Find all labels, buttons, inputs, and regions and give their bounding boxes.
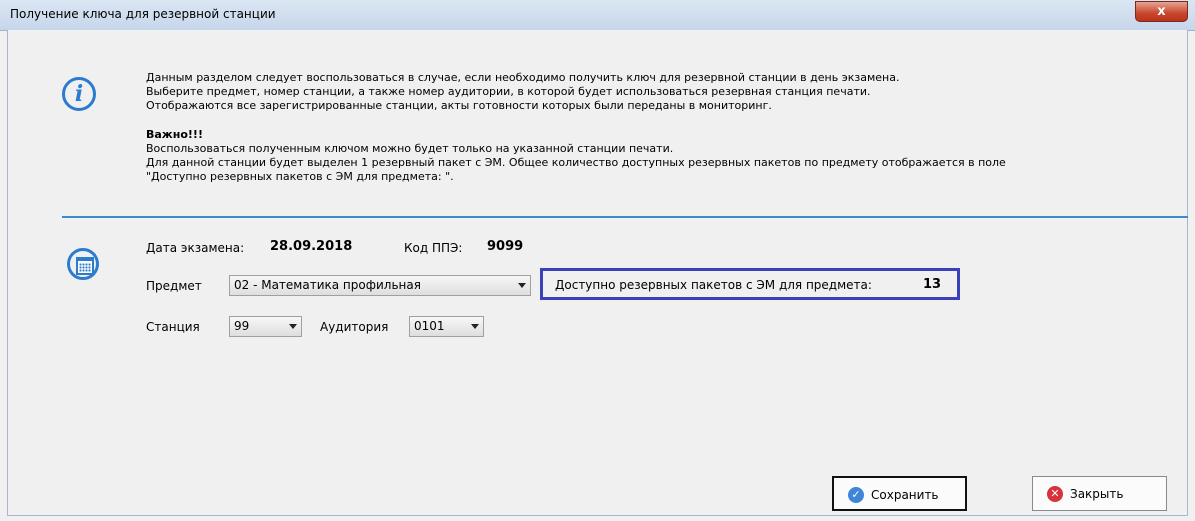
available-packages-box: Доступно резервных пакетов с ЭМ для пред… [540,268,960,300]
station-label: Станция [146,320,200,334]
window-close-button[interactable]: x [1135,1,1188,22]
chevron-down-icon [518,283,526,288]
exam-date-label: Дата экзамена: [146,241,245,255]
info-line: Выберите предмет, номер станции, а также… [146,85,871,98]
section-divider [62,216,1188,218]
subject-selected-value: 02 - Математика профильная [234,278,421,292]
available-packages-label: Доступно резервных пакетов с ЭМ для пред… [555,278,872,292]
station-selected-value: 99 [234,319,250,333]
ppe-code-value: 9099 [487,239,524,254]
save-button[interactable]: ✓ Сохранить [832,476,967,511]
close-icon: ✕ [1047,486,1063,502]
important-line: "Доступно резервных пакетов с ЭМ для пре… [146,170,454,183]
important-line: Для данной станции будет выделен 1 резер… [146,156,1006,169]
window-title: Получение ключа для резервной станции [10,7,276,21]
auditorium-select[interactable]: 0101 [409,316,484,337]
subject-label: Предмет [146,279,202,293]
subject-select[interactable]: 02 - Математика профильная [229,275,531,296]
important-title: Важно!!! [146,128,203,141]
chevron-down-icon [289,324,297,329]
close-icon: x [1157,4,1166,19]
save-button-label: Сохранить [871,488,939,502]
info-text: Данным разделом следует воспользоваться … [146,71,1006,184]
close-button-label: Закрыть [1070,487,1124,501]
close-button[interactable]: ✕ Закрыть [1032,476,1167,511]
available-packages-value: 13 [923,277,942,292]
exam-date-value: 28.09.2018 [270,239,353,254]
calendar-icon [67,248,99,280]
auditorium-selected-value: 0101 [414,319,445,333]
checkmark-icon: ✓ [848,487,864,503]
important-line: Воспользоваться полученным ключом можно … [146,142,674,155]
chevron-down-icon [471,324,479,329]
info-line: Данным разделом следует воспользоваться … [146,71,900,84]
info-icon: i [62,77,96,111]
info-line: Отображаются все зарегистрированные стан… [146,99,772,112]
auditorium-label: Аудитория [320,320,389,334]
title-bar: Получение ключа для резервной станции x [0,0,1195,31]
ppe-code-label: Код ППЭ: [404,241,463,255]
station-select[interactable]: 99 [229,316,302,337]
